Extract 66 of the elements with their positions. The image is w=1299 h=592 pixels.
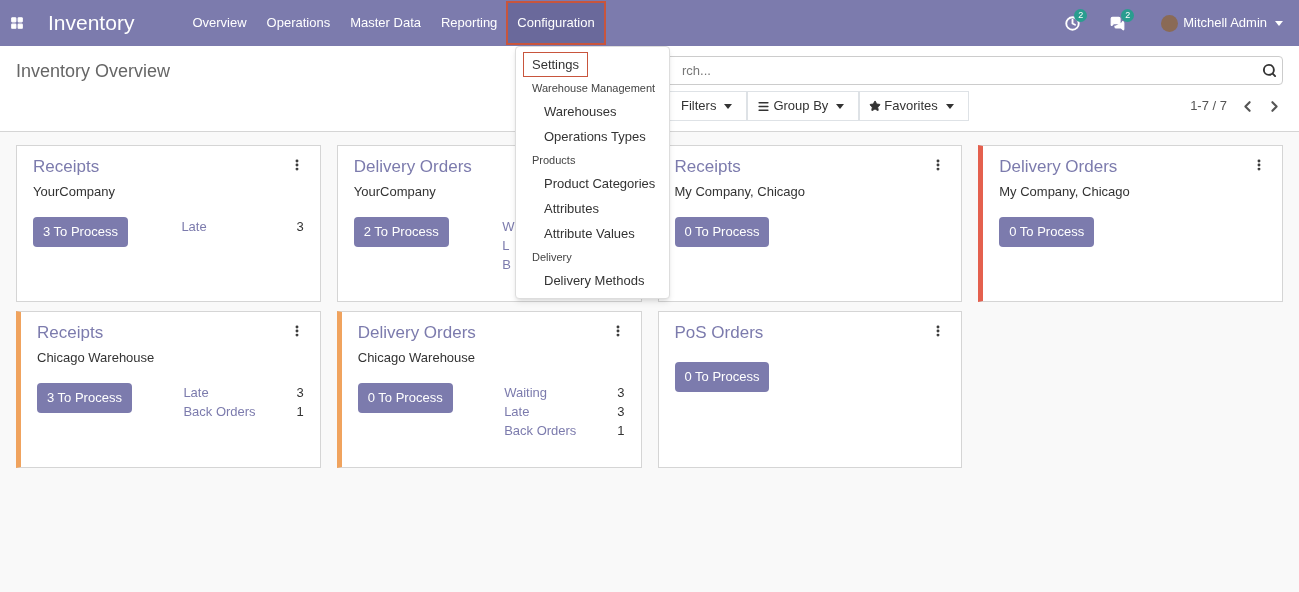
caret-icon [1275, 20, 1283, 26]
stat-link[interactable]: W [502, 217, 515, 236]
filter-dropdown-button[interactable]: Group By [747, 91, 860, 121]
menu-section-header: Products [531, 153, 577, 168]
card-title[interactable]: Receipts [33, 154, 100, 180]
star-icon [869, 100, 882, 112]
stat-count: 3 [296, 384, 304, 402]
dropdown-menu-item[interactable]: Attributes [524, 196, 599, 221]
to-process-button[interactable]: 0 To Process [674, 217, 770, 247]
messages-badge: 2 [1121, 8, 1135, 22]
stat-link[interactable]: Back Orders [183, 402, 256, 421]
menu-section-header: Delivery [531, 250, 573, 265]
dropdown-menu-item[interactable]: Warehouses [524, 99, 617, 124]
to-process-button[interactable]: 0 To Process [999, 217, 1095, 247]
caret-icon [836, 103, 845, 109]
card-subtitle: Chicago Warehouse [357, 348, 476, 367]
apps-menu-icon[interactable] [10, 16, 24, 30]
nav-menu-item[interactable]: Operations [256, 2, 341, 44]
to-process-button[interactable]: 0 To Process [674, 361, 770, 392]
caret-icon [724, 103, 733, 109]
card-title[interactable]: Delivery Orders [999, 154, 1118, 180]
messages-icon[interactable] [1110, 15, 1126, 31]
activity-badge: 2 [1074, 8, 1088, 22]
stat-link[interactable]: B [502, 255, 511, 274]
to-process-button[interactable]: 0 To Process [357, 383, 453, 413]
stat-count: 3 [617, 384, 625, 402]
app-title: Inventory [48, 10, 135, 37]
card-title[interactable]: Delivery Orders [357, 320, 476, 346]
to-process-button[interactable]: 3 To Process [33, 217, 128, 247]
to-process-button[interactable]: 2 To Process [353, 217, 449, 247]
card-subtitle: Chicago Warehouse [37, 348, 155, 367]
card-title[interactable]: Receipts [37, 320, 104, 346]
stat-count: 1 [296, 403, 304, 421]
stat-link[interactable]: L [502, 236, 510, 255]
page-title: Inventory Overview [16, 61, 171, 81]
list-icon [757, 99, 771, 113]
search-icon[interactable] [1262, 63, 1277, 78]
dropdown-menu-item[interactable]: Settings [523, 52, 588, 77]
card-subtitle: YourCompany [33, 182, 115, 201]
card-subtitle: My Company, Chicago [674, 182, 806, 201]
nav-menu-item[interactable]: Master Data [340, 2, 431, 44]
card-subtitle: My Company, Chicago [999, 182, 1130, 201]
dropdown-menu-item[interactable]: Product Categories [524, 171, 656, 196]
caret-icon [945, 103, 954, 109]
dropdown-menu-item[interactable]: Delivery Methods [524, 268, 645, 293]
to-process-button[interactable]: 3 To Process [37, 383, 132, 413]
nav-menu-item[interactable]: Configuration [507, 2, 605, 44]
stat-count: 3 [617, 403, 625, 421]
stat-link[interactable]: Late [504, 402, 530, 421]
pager-value: 1-7 / 7 [1190, 97, 1227, 116]
nav-menu-item[interactable]: Overview [182, 2, 257, 44]
stat-link[interactable]: Late [181, 217, 207, 236]
stat-count: 3 [296, 218, 304, 236]
dropdown-menu-item[interactable]: Operations Types [524, 124, 646, 149]
stat-link[interactable]: Back Orders [504, 421, 577, 440]
stat-link[interactable]: Waiting [504, 383, 547, 402]
dropdown-menu-item[interactable]: Attribute Values [524, 221, 635, 246]
card-title[interactable]: PoS Orders [674, 320, 764, 346]
nav-menu-item[interactable]: Reporting [431, 2, 508, 44]
stat-link[interactable]: Late [183, 383, 209, 402]
card-subtitle: YourCompany [353, 182, 436, 201]
filter-dropdown-button[interactable]: Favorites [859, 91, 969, 121]
card-title[interactable]: Receipts [674, 154, 741, 180]
user-menu[interactable]: Mitchell Admin [1183, 13, 1267, 33]
stat-count: 1 [617, 422, 625, 440]
card-title[interactable]: Delivery Orders [353, 154, 472, 180]
